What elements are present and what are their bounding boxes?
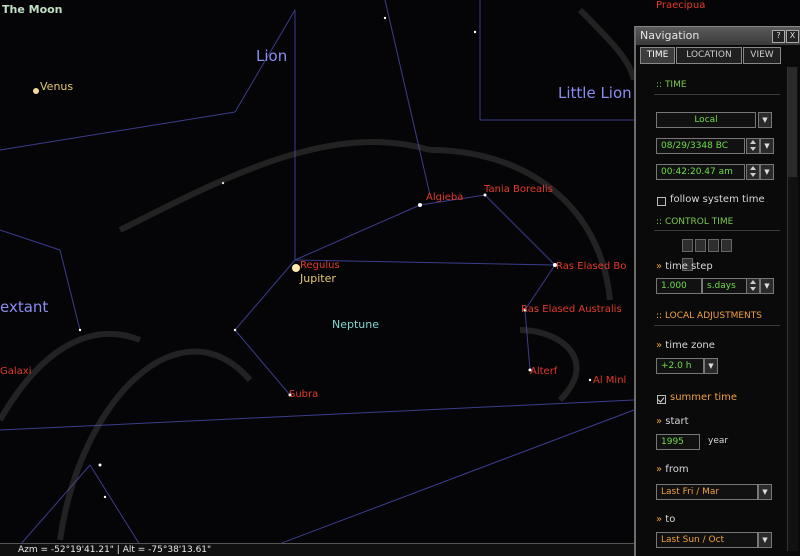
time-zone-header: » time zone	[656, 340, 715, 351]
star-label[interactable]: Ras Elased Australis	[521, 304, 622, 315]
timezone-mode-select[interactable]: Local	[656, 112, 756, 128]
star-label[interactable]: Praecipua	[656, 0, 705, 11]
pause-icon[interactable]	[708, 239, 719, 252]
moon-label[interactable]: The Moon	[2, 3, 63, 16]
star-label[interactable]: Alterf	[530, 366, 557, 377]
chevron-down-icon[interactable]: ▼	[758, 484, 772, 500]
from-header: » from	[656, 464, 689, 475]
panel-scrollbar[interactable]	[787, 67, 798, 551]
planet-label[interactable]: Neptune	[332, 318, 379, 331]
star-label[interactable]: Ras Elased Bo	[556, 261, 626, 272]
tab-bar: TIME LOCATION VIEW	[638, 47, 800, 64]
follow-system-time-checkbox[interactable]	[657, 197, 666, 206]
step-back-icon[interactable]	[695, 239, 706, 252]
divider	[654, 94, 780, 95]
follow-system-time-label: follow system time	[670, 194, 765, 205]
local-adjustments-header: :: LOCAL ADJUSTMENTS	[656, 311, 762, 321]
star-label[interactable]: Algieba	[426, 192, 463, 203]
from-field[interactable]: Last Fri / Mar	[656, 484, 758, 500]
time-spinner[interactable]	[746, 164, 760, 180]
control-time-section-header: :: CONTROL TIME	[656, 217, 734, 227]
time-step-header: » time step	[656, 261, 713, 272]
constellation-label[interactable]: Little Lion	[558, 84, 632, 102]
chevron-down-icon[interactable]: ▼	[760, 278, 774, 294]
panel-title-bar[interactable]: Navigation ? X	[636, 27, 800, 45]
to-header: » to	[656, 514, 676, 525]
status-bar: Azm = -52°19'41.21" | Alt = -75°38'13.61…	[0, 543, 636, 556]
summer-time-label: summer time	[670, 392, 738, 403]
tab-location[interactable]: LOCATION	[676, 47, 742, 64]
summer-time-checkbox[interactable]	[657, 395, 666, 404]
to-field[interactable]: Last Sun / Oct	[656, 532, 758, 548]
navigation-panel: Navigation ? X TIME LOCATION VIEW :: TIM…	[634, 26, 800, 556]
star-label[interactable]: Tania Borealis	[484, 184, 553, 195]
time-section-header: :: TIME	[656, 80, 687, 90]
chevron-down-icon[interactable]: ▼	[760, 138, 774, 154]
planet-label[interactable]: Venus	[40, 80, 73, 93]
panel-title: Navigation	[640, 29, 700, 42]
chevron-down-icon[interactable]: ▼	[760, 164, 774, 180]
time-control-buttons	[682, 237, 742, 271]
start-header: » start	[656, 416, 689, 427]
time-step-unit-field[interactable]: s.days	[702, 278, 748, 294]
constellation-label[interactable]: extant	[0, 298, 48, 316]
divider	[654, 230, 780, 231]
time-field[interactable]: 00:42:20.47 am	[656, 164, 745, 180]
date-field[interactable]: 08/29/3348 BC	[656, 138, 745, 154]
date-spinner[interactable]	[746, 138, 760, 154]
coordinates-readout: Azm = -52°19'41.21" | Alt = -75°38'13.61…	[18, 545, 212, 555]
chevron-down-icon[interactable]: ▼	[758, 532, 772, 548]
close-button[interactable]: X	[786, 30, 799, 43]
planet-label[interactable]: Jupiter	[300, 272, 336, 285]
chevron-down-icon[interactable]: ▼	[758, 112, 772, 128]
time-step-spinner[interactable]	[746, 278, 760, 294]
tab-view[interactable]: VIEW	[743, 47, 781, 64]
star-label[interactable]: Regulus	[300, 260, 340, 271]
tab-time[interactable]: TIME	[640, 47, 675, 64]
rewind-icon[interactable]	[682, 239, 693, 252]
star-label[interactable]: Subra	[289, 389, 318, 400]
divider	[654, 325, 780, 326]
time-step-value-field[interactable]: 1.000	[656, 278, 702, 294]
start-year-field[interactable]: 1995	[656, 434, 700, 450]
chevron-down-icon[interactable]: ▼	[704, 358, 718, 374]
time-zone-field[interactable]: +2.0 h	[656, 358, 704, 374]
help-button[interactable]: ?	[772, 30, 785, 43]
star-label[interactable]: Al Minl	[593, 375, 626, 386]
play-icon[interactable]	[721, 239, 732, 252]
year-label: year	[708, 436, 729, 446]
scrollbar-thumb[interactable]	[788, 67, 797, 177]
constellation-label[interactable]: Lion	[256, 47, 287, 65]
star-label[interactable]: Galaxi	[0, 366, 31, 377]
